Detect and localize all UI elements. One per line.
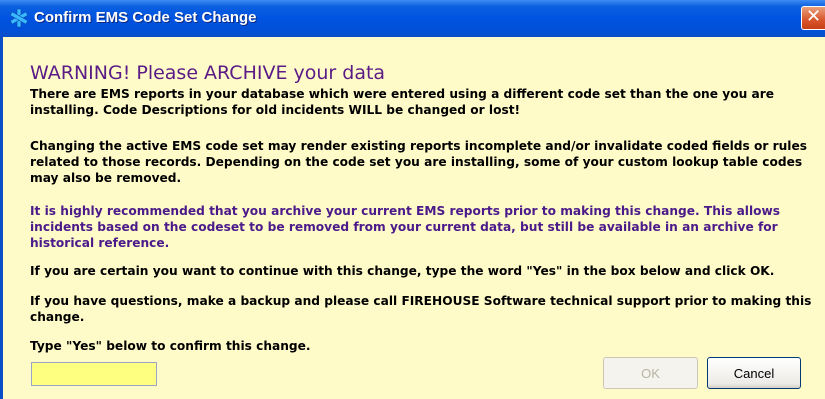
confirm-input[interactable]	[31, 362, 157, 386]
dialog-window: Confirm EMS Code Set Change ✕ WARNING! P…	[0, 0, 825, 399]
message-paragraph-1: There are EMS reports in your database w…	[30, 87, 774, 117]
window-title: Confirm EMS Code Set Change	[34, 9, 257, 26]
message-paragraph-4: If you are certain you want to continue …	[30, 264, 775, 278]
warning-heading: WARNING! Please ARCHIVE your data	[30, 62, 386, 84]
cancel-button[interactable]: Cancel	[707, 357, 801, 389]
message-paragraph-2: Changing the active EMS code set may ren…	[30, 139, 808, 185]
confirm-label: Type "Yes" below to confirm this change.	[30, 339, 311, 353]
title-bar[interactable]: Confirm EMS Code Set Change ✕	[0, 0, 825, 37]
star-of-life-icon	[10, 8, 28, 28]
close-icon: ✕	[806, 6, 822, 27]
close-button[interactable]: ✕	[801, 6, 825, 30]
ok-button[interactable]: OK	[603, 357, 698, 389]
dialog-body: WARNING! Please ARCHIVE your data There …	[0, 37, 825, 399]
message-paragraph-3: It is highly recommended that you archiv…	[30, 204, 781, 250]
message-paragraph-5: If you have questions, make a backup and…	[30, 294, 812, 324]
